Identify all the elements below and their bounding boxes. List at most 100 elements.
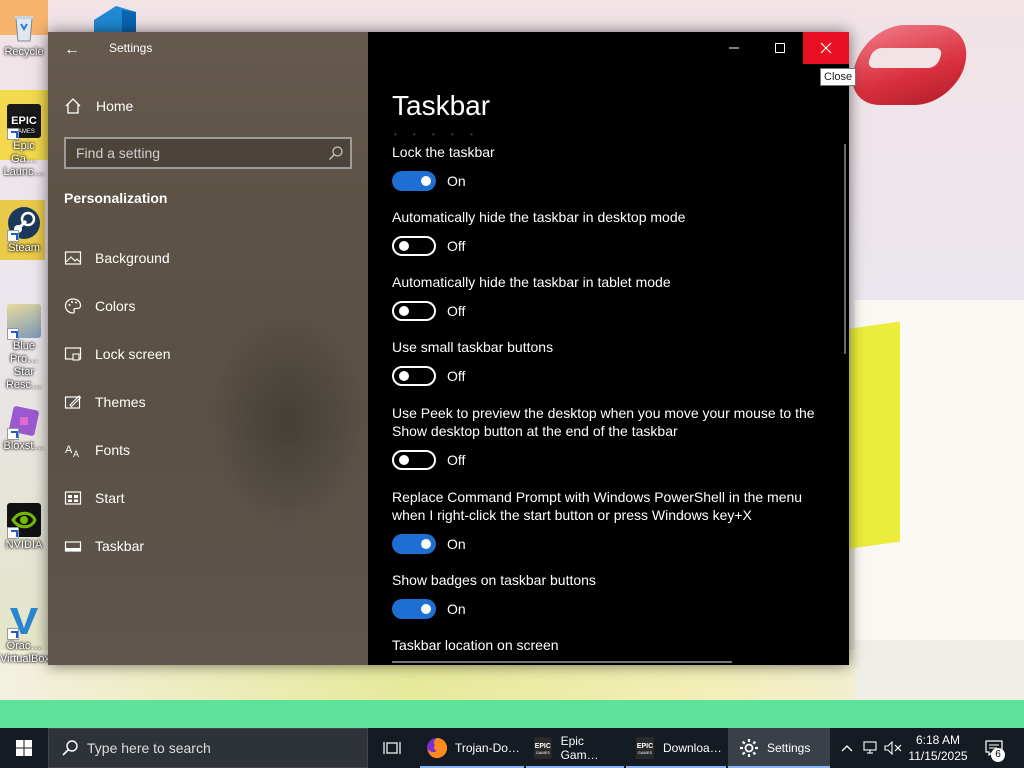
taskbar-app-label: Settings (767, 741, 811, 755)
close-tooltip: Close (820, 68, 857, 86)
toggle-knob (399, 455, 409, 465)
taskbar-app-firefox[interactable]: Trojan-Do… (420, 728, 524, 768)
taskbar-search-box[interactable]: Type here to search (48, 728, 368, 768)
show-hidden-icons-button[interactable] (836, 728, 858, 768)
minimize-icon (729, 47, 739, 49)
nvidia-icon (7, 503, 41, 539)
back-button[interactable]: ← (60, 38, 84, 62)
home-nav-item[interactable]: Home (64, 96, 133, 116)
epic-games-icon: EPICGAMES (636, 737, 654, 759)
find-setting-input[interactable] (66, 139, 316, 167)
wallpaper-shape (866, 48, 944, 68)
setting-label: Lock the taskbar (392, 144, 495, 160)
setting-label: Automatically hide the taskbar in deskto… (392, 209, 686, 225)
wallpaper-shape (0, 700, 1024, 728)
start-icon (64, 491, 82, 505)
content-scrollbar[interactable] (844, 144, 846, 354)
close-button[interactable] (803, 32, 849, 64)
epic-games-icon: EPICGAMES (7, 104, 41, 140)
toggle-knob (399, 371, 409, 381)
shortcut-arrow-icon (7, 230, 19, 242)
background-icon (64, 251, 82, 265)
svg-text:EPIC: EPIC (11, 115, 37, 127)
toggle-state: On (447, 601, 466, 617)
sidebar-item-fonts[interactable]: AA Fonts (48, 430, 368, 470)
chevron-up-icon (841, 745, 853, 752)
peek-toggle[interactable] (392, 450, 436, 470)
shortcut-arrow-icon (7, 328, 19, 340)
setting-label: Use small taskbar buttons (392, 339, 554, 355)
bloxstrap-icon (7, 404, 41, 440)
loading-dots: • • • • • (394, 130, 480, 139)
shortcut-arrow-icon (7, 527, 19, 539)
sidebar-item-label: Lock screen (95, 346, 171, 362)
desktop-icon-nvidia[interactable]: NVIDIA (0, 503, 48, 552)
setting-badges: Show badges on taskbar buttons On (392, 571, 832, 619)
sidebar-item-background[interactable]: Background (48, 238, 368, 278)
setting-label: Taskbar location on screen (392, 637, 559, 653)
toggle-knob (421, 604, 431, 614)
taskbar-app-label: Downloa… (663, 741, 722, 755)
shortcut-arrow-icon (7, 428, 19, 440)
desktop-icon-recycle-bin[interactable]: Recycle (0, 10, 48, 59)
desktop-icon-epic-games[interactable]: EPIC GAMES Epic Ga… Launc… (0, 104, 48, 179)
search-icon (62, 740, 78, 756)
taskbar-clock[interactable]: 6:18 AM 11/15/2025 (906, 732, 970, 764)
desktop-icon-steam[interactable]: Steam (0, 206, 48, 255)
shortcut-arrow-icon (7, 628, 19, 640)
autohide-tablet-toggle[interactable] (392, 301, 436, 321)
desktop-icon-blue-protocol[interactable]: Blue Pro… Star Resc… (0, 304, 48, 392)
maximize-icon (775, 43, 785, 53)
small-buttons-toggle[interactable] (392, 366, 436, 386)
sidebar-item-taskbar[interactable]: Taskbar (48, 526, 368, 566)
clock-time: 6:18 AM (915, 733, 961, 747)
autohide-desktop-toggle[interactable] (392, 236, 436, 256)
settings-sidebar: ← Settings Home Personalization Backgrou… (48, 32, 368, 665)
windows-taskbar: Type here to search Trojan-Do… EPIC GAMES… (0, 728, 1024, 768)
sidebar-item-lock-screen[interactable]: Lock screen (48, 334, 368, 374)
taskbar-icon (64, 541, 82, 552)
search-icon[interactable] (328, 145, 344, 161)
section-title-personalization: Personalization (64, 190, 168, 206)
sidebar-item-label: Fonts (95, 442, 131, 458)
page-title: Taskbar (392, 90, 491, 121)
desktop-icon-virtualbox[interactable]: Orac… VirtualBox (0, 604, 50, 666)
taskbar-location-dropdown[interactable] (392, 661, 732, 665)
lock-taskbar-toggle[interactable] (392, 171, 436, 191)
desktop-icon-bloxstrap[interactable]: Bloxst… (0, 404, 48, 453)
sidebar-item-label: Themes (95, 394, 146, 410)
toggle-state: Off (447, 238, 466, 254)
vscode-icon[interactable] (92, 6, 142, 32)
desktop-icon-label: Orac… VirtualBox (0, 640, 50, 665)
blue-protocol-icon (7, 304, 41, 340)
taskbar-app-settings[interactable]: Settings (728, 728, 830, 768)
epic-games-icon: EPICGAMES (533, 737, 552, 759)
themes-icon (64, 395, 82, 409)
sidebar-item-colors[interactable]: Colors (48, 286, 368, 326)
setting-label: Show badges on taskbar buttons (392, 572, 596, 588)
maximize-button[interactable] (757, 32, 803, 64)
setting-peek: Use Peek to preview the desktop when you… (392, 404, 832, 470)
notification-count-badge: 6 (991, 748, 1005, 762)
taskbar-app-epic-games[interactable]: EPIC GAMES Epic Gam… (526, 728, 624, 768)
sidebar-item-label: Start (95, 490, 125, 506)
svg-text:A: A (65, 444, 73, 456)
find-setting-search[interactable] (64, 137, 352, 169)
powershell-toggle[interactable] (392, 534, 436, 554)
sidebar-item-start[interactable]: Start (48, 478, 368, 518)
taskbar-app-epic-download[interactable]: EPIC GAMES Downloa… (626, 728, 726, 768)
volume-button[interactable] (882, 728, 904, 768)
toggle-state: On (447, 536, 466, 552)
sidebar-item-label: Background (95, 250, 170, 266)
start-button[interactable] (0, 728, 48, 768)
setting-lock-taskbar: Lock the taskbar On (392, 143, 832, 191)
svg-text:GAMES: GAMES (638, 750, 653, 755)
network-button[interactable] (860, 728, 882, 768)
sidebar-item-label: Colors (95, 298, 136, 314)
task-view-button[interactable] (376, 728, 408, 768)
minimize-button[interactable] (711, 32, 757, 64)
sidebar-item-themes[interactable]: Themes (48, 382, 368, 422)
desktop-icon-label: Bloxst… (3, 440, 45, 452)
home-icon (65, 98, 81, 114)
badges-toggle[interactable] (392, 599, 436, 619)
